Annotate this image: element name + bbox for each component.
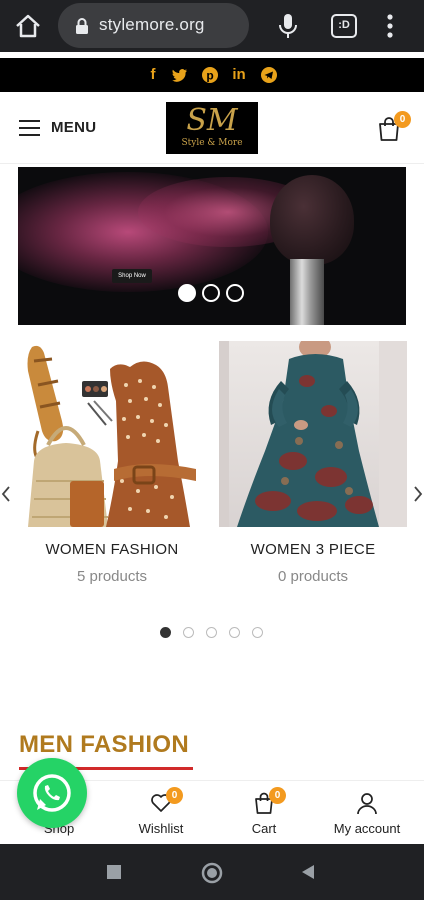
more-options-icon[interactable] xyxy=(385,12,395,40)
linkedin-icon[interactable]: in xyxy=(230,66,248,84)
header-cart-count-badge: 0 xyxy=(394,111,411,128)
section-title: MEN FASHION xyxy=(19,731,189,758)
shop-now-button[interactable]: Shop Now xyxy=(112,269,152,283)
site-logo[interactable]: SM Style & More xyxy=(166,102,258,154)
category-product-count: 0 products xyxy=(277,568,349,585)
category-title[interactable]: WOMEN 3 PIECE xyxy=(219,541,407,558)
site-header: MENU SM Style & More 0 xyxy=(0,92,424,164)
twitter-icon[interactable] xyxy=(171,66,189,84)
pinterest-icon[interactable]: p xyxy=(201,66,219,84)
bottom-nav-label: My account xyxy=(333,821,401,836)
whatsapp-icon xyxy=(33,774,71,812)
hero-slide-indicators xyxy=(178,284,244,302)
category-card-women-fashion[interactable]: WOMEN FASHION 5 products xyxy=(18,341,206,585)
category-image-women-fashion[interactable] xyxy=(18,341,206,527)
carousel-page-dot-3[interactable] xyxy=(206,627,217,638)
hero-banner[interactable]: Shop Now xyxy=(18,167,406,325)
lock-icon xyxy=(76,18,88,34)
browser-toolbar: stylemore.org :D xyxy=(0,0,424,52)
hero-slide-dot-2[interactable] xyxy=(202,284,220,302)
carousel-next-arrow-icon[interactable] xyxy=(412,484,424,504)
whatsapp-chat-button[interactable] xyxy=(17,758,87,828)
back-button-icon[interactable] xyxy=(301,865,315,879)
microphone-icon[interactable] xyxy=(278,12,298,40)
recent-apps-icon[interactable] xyxy=(107,865,121,879)
svg-text:p: p xyxy=(206,69,213,83)
hamburger-menu-icon[interactable] xyxy=(19,120,40,136)
category-image-women-3-piece[interactable] xyxy=(219,341,407,527)
makeup-brush-image xyxy=(270,175,354,265)
cart-count-badge: 0 xyxy=(269,787,286,804)
category-product-count: 5 products xyxy=(76,568,148,585)
menu-button-label[interactable]: MENU xyxy=(51,119,96,136)
user-icon xyxy=(357,793,377,815)
carousel-page-dot-2[interactable] xyxy=(183,627,194,638)
category-card-women-3-piece[interactable]: WOMEN 3 PIECE 0 products xyxy=(219,341,407,585)
social-links-bar: f p in xyxy=(0,58,424,92)
carousel-page-dot-1[interactable] xyxy=(160,627,171,638)
tab-switcher-button[interactable]: :D xyxy=(331,14,357,38)
carousel-prev-arrow-icon[interactable] xyxy=(0,484,12,504)
carousel-page-dot-4[interactable] xyxy=(229,627,240,638)
logo-monogram: SM xyxy=(186,103,238,138)
carousel-page-dot-5[interactable] xyxy=(252,627,263,638)
category-title[interactable]: WOMEN FASHION xyxy=(18,541,206,558)
telegram-icon[interactable] xyxy=(260,66,278,84)
home-icon[interactable] xyxy=(14,13,42,39)
bottom-nav-wishlist[interactable]: 0 Wishlist xyxy=(108,781,214,843)
logo-text: Style & More xyxy=(181,138,243,148)
home-button-icon[interactable] xyxy=(201,862,223,884)
bottom-nav-cart[interactable]: 0 Cart xyxy=(211,781,317,843)
url-text[interactable]: stylemore.org xyxy=(99,15,205,35)
address-bar[interactable]: stylemore.org xyxy=(58,3,249,48)
facebook-icon[interactable]: f xyxy=(144,66,162,84)
hero-slide-dot-1[interactable] xyxy=(178,284,196,302)
wishlist-count-badge: 0 xyxy=(166,787,183,804)
category-carousel-pagination xyxy=(160,627,263,638)
hero-slide-dot-3[interactable] xyxy=(226,284,244,302)
android-navigation-bar xyxy=(0,844,424,900)
bottom-nav-label: Wishlist xyxy=(138,821,184,836)
bottom-nav-my-account[interactable]: My account xyxy=(314,781,420,843)
bottom-nav-label: Cart xyxy=(251,821,277,836)
makeup-brush-handle xyxy=(290,259,324,325)
